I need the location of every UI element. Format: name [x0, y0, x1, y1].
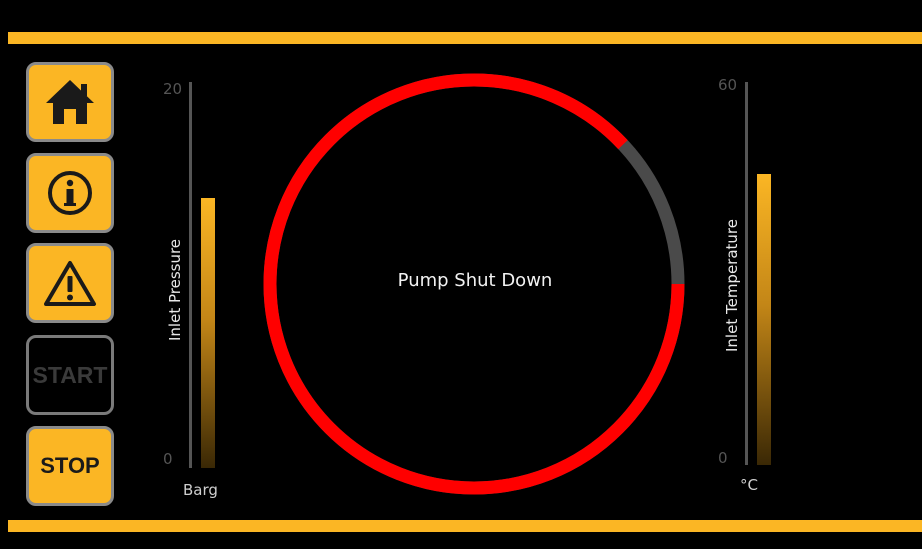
top-accent-bar — [8, 32, 922, 44]
stop-button-label: STOP — [40, 453, 100, 478]
start-button[interactable]: START — [26, 335, 114, 415]
warning-button[interactable] — [26, 243, 114, 323]
temperature-label: Inlet Temperature — [723, 219, 741, 352]
pressure-unit: Barg — [183, 481, 218, 499]
info-button[interactable] — [26, 153, 114, 233]
home-button[interactable] — [26, 62, 114, 142]
pressure-min-tick: 0 — [163, 450, 173, 468]
pump-status-text: Pump Shut Down — [397, 270, 553, 291]
temperature-unit: °C — [740, 476, 758, 494]
pressure-max-tick: 20 — [163, 80, 183, 98]
bottom-accent-bar — [8, 520, 922, 532]
pressure-label: Inlet Pressure — [166, 238, 184, 341]
warning-icon — [44, 261, 96, 306]
start-button-label: START — [32, 361, 108, 388]
temperature-level-bar — [757, 173, 771, 465]
pressure-level-bar — [201, 197, 215, 468]
info-icon — [48, 171, 92, 215]
temperature-min-tick: 0 — [718, 449, 728, 467]
pressure-axis — [189, 82, 192, 468]
home-icon — [46, 80, 94, 124]
temperature-axis — [745, 82, 748, 465]
temperature-max-tick: 60 — [718, 76, 738, 94]
stop-button[interactable]: STOP — [26, 426, 114, 506]
